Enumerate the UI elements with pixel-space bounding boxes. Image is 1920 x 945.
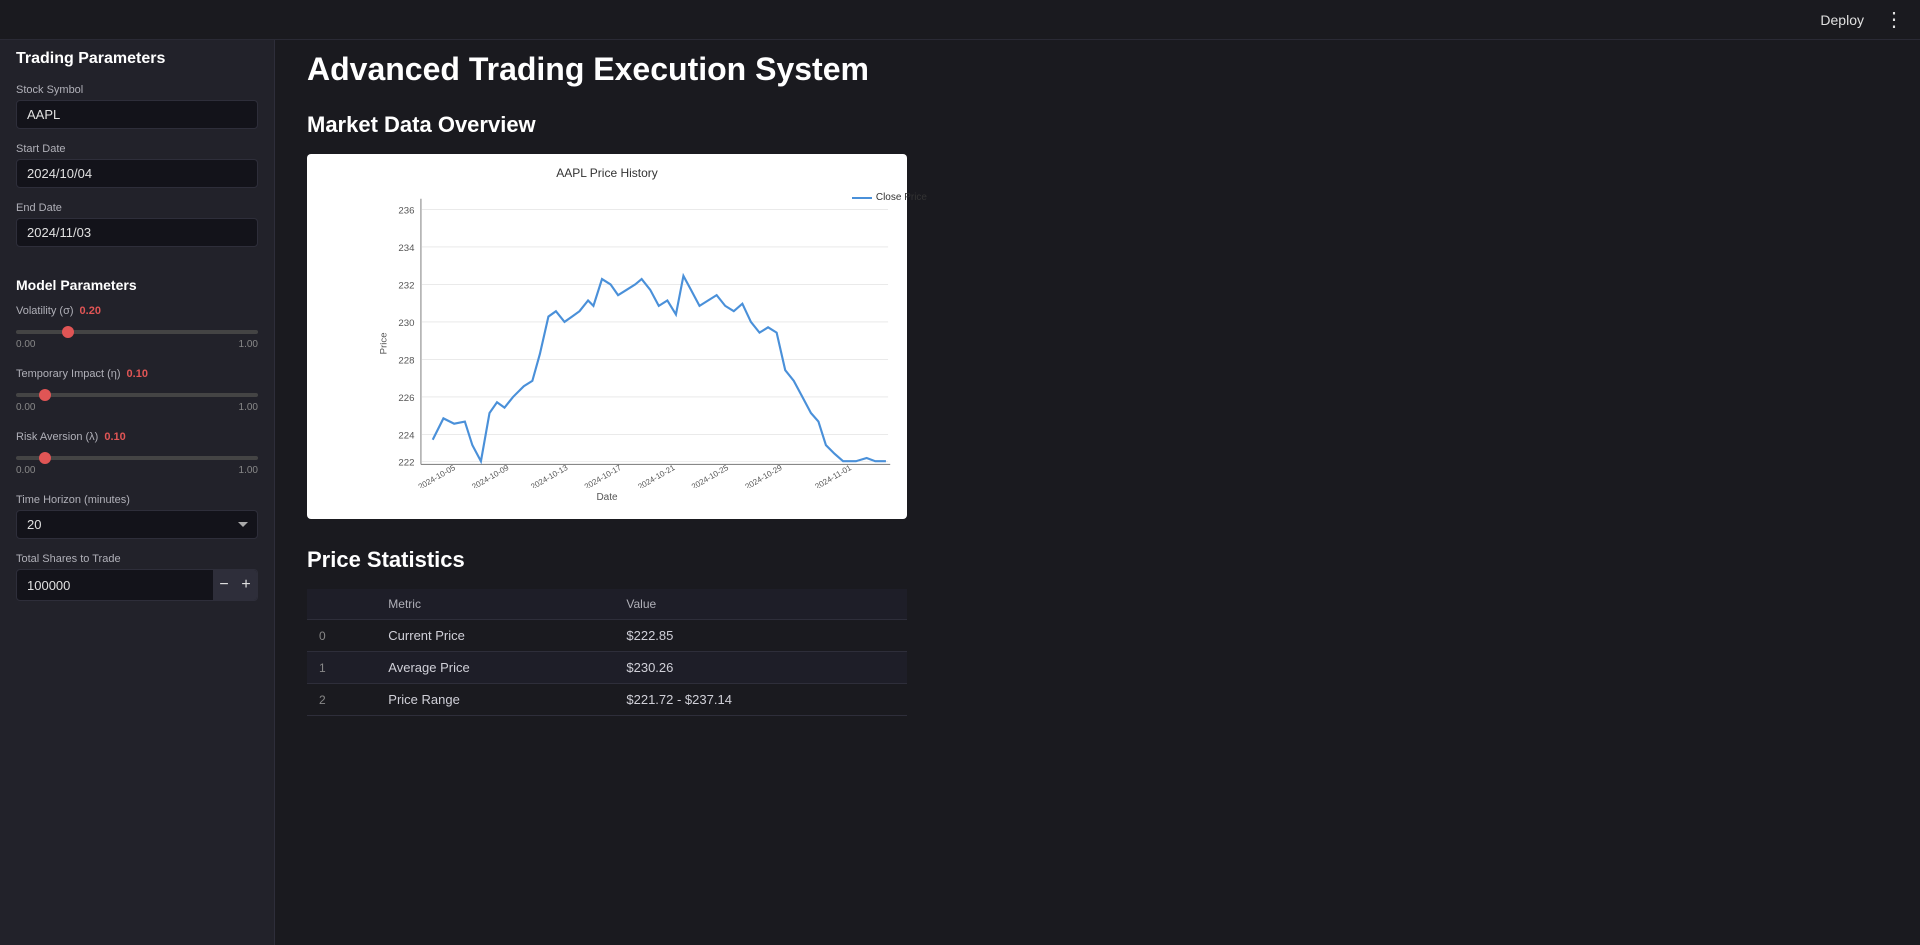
svg-text:224: 224 [398,431,415,442]
temp-impact-group: Temporary Impact (η) 0.10 0.00 1.00 [16,368,258,413]
svg-text:230: 230 [398,319,414,330]
sidebar: ‹ Trading Parameters Stock Symbol Start … [0,0,275,945]
row-metric: Current Price [376,620,614,652]
svg-text:228: 228 [398,356,414,367]
time-horizon-label: Time Horizon (minutes) [16,494,258,506]
chart-legend: Close Price [852,192,927,203]
trading-params-title: Trading Parameters [16,50,258,68]
start-date-input[interactable] [16,159,258,188]
chart-legend-label: Close Price [876,192,927,203]
svg-text:2024-10-05: 2024-10-05 [417,463,457,488]
row-index: 1 [307,652,376,684]
risk-aversion-slider[interactable] [16,456,258,460]
volatility-min: 0.00 [16,339,35,350]
svg-text:226: 226 [398,394,414,405]
row-index: 2 [307,684,376,716]
total-shares-label: Total Shares to Trade [16,553,258,565]
end-date-input[interactable] [16,218,258,247]
volatility-value: 0.20 [80,305,101,317]
svg-text:2024-10-21: 2024-10-21 [636,463,676,488]
row-metric: Price Range [376,684,614,716]
table-row: 0 Current Price $222.85 [307,620,907,652]
risk-aversion-value: 0.10 [104,431,125,443]
stock-symbol-input[interactable] [16,100,258,129]
col-metric-header: Metric [376,589,614,620]
temp-impact-min: 0.00 [16,402,35,413]
svg-text:2024-10-17: 2024-10-17 [583,463,623,488]
table-row: 1 Average Price $230.26 [307,652,907,684]
price-stats-table: Metric Value 0 Current Price $222.85 1 A… [307,589,907,716]
volatility-group: Volatility (σ) 0.20 0.00 1.00 [16,305,258,350]
risk-aversion-max: 1.00 [239,465,258,476]
temp-impact-slider[interactable] [16,393,258,397]
total-shares-group: Total Shares to Trade − + [16,553,258,601]
page-title: Advanced Trading Execution System [307,50,1888,88]
chart-title: AAPL Price History [323,166,891,180]
total-shares-input-group: − + [16,569,258,601]
model-params-title: Model Parameters [16,277,258,293]
total-shares-decrement-button[interactable]: − [213,570,235,600]
risk-aversion-group: Risk Aversion (λ) 0.10 0.00 1.00 [16,431,258,476]
table-row: 2 Price Range $221.72 - $237.14 [307,684,907,716]
market-data-title: Market Data Overview [307,112,1888,138]
svg-text:236: 236 [398,206,414,217]
main-content: Advanced Trading Execution System Market… [275,0,1920,945]
price-chart-container: AAPL Price History Close Price 236 234 2… [307,154,907,519]
volatility-max: 1.00 [239,339,258,350]
temp-impact-value: 0.10 [127,368,148,380]
chart-x-axis-label: Date [323,492,891,503]
top-bar-actions: Deploy ⋮ [1812,7,1904,32]
col-index-header [307,589,376,620]
row-value: $221.72 - $237.14 [614,684,907,716]
risk-aversion-min: 0.00 [16,465,35,476]
chart-inner: Close Price 236 234 232 230 228 226 224 [363,188,931,488]
legend-line-icon [852,197,872,199]
price-chart-svg: 236 234 232 230 228 226 224 222 2024-10-… [363,188,931,488]
total-shares-input[interactable] [17,572,213,599]
svg-text:2024-10-25: 2024-10-25 [690,463,730,488]
svg-text:2024-10-09: 2024-10-09 [470,463,510,488]
svg-text:222: 222 [398,458,414,469]
time-horizon-select[interactable]: 5 10 15 20 30 60 [16,510,258,539]
col-value-header: Value [614,589,907,620]
more-icon[interactable]: ⋮ [1884,7,1904,32]
end-date-group: End Date [16,202,258,247]
start-date-group: Start Date [16,143,258,188]
volatility-label: Volatility (σ) [16,305,74,317]
deploy-button[interactable]: Deploy [1812,8,1872,32]
start-date-label: Start Date [16,143,258,155]
price-line [433,276,886,461]
price-stats-title: Price Statistics [307,547,1888,573]
svg-text:2024-10-13: 2024-10-13 [529,463,569,488]
temp-impact-label: Temporary Impact (η) [16,368,121,380]
stock-symbol-label: Stock Symbol [16,84,258,96]
time-horizon-group: Time Horizon (minutes) 5 10 15 20 30 60 [16,494,258,539]
top-bar: Deploy ⋮ [0,0,1920,40]
end-date-label: End Date [16,202,258,214]
volatility-slider[interactable] [16,330,258,334]
svg-text:234: 234 [398,244,415,255]
total-shares-increment-button[interactable]: + [235,570,257,600]
row-metric: Average Price [376,652,614,684]
temp-impact-max: 1.00 [239,402,258,413]
svg-text:2024-11-01: 2024-11-01 [814,463,854,488]
stock-symbol-group: Stock Symbol [16,84,258,129]
risk-aversion-label: Risk Aversion (λ) [16,431,98,443]
svg-text:2024-10-29: 2024-10-29 [744,463,784,488]
row-value: $222.85 [614,620,907,652]
row-index: 0 [307,620,376,652]
svg-text:Price: Price [379,333,390,355]
row-value: $230.26 [614,652,907,684]
svg-text:232: 232 [398,281,414,292]
